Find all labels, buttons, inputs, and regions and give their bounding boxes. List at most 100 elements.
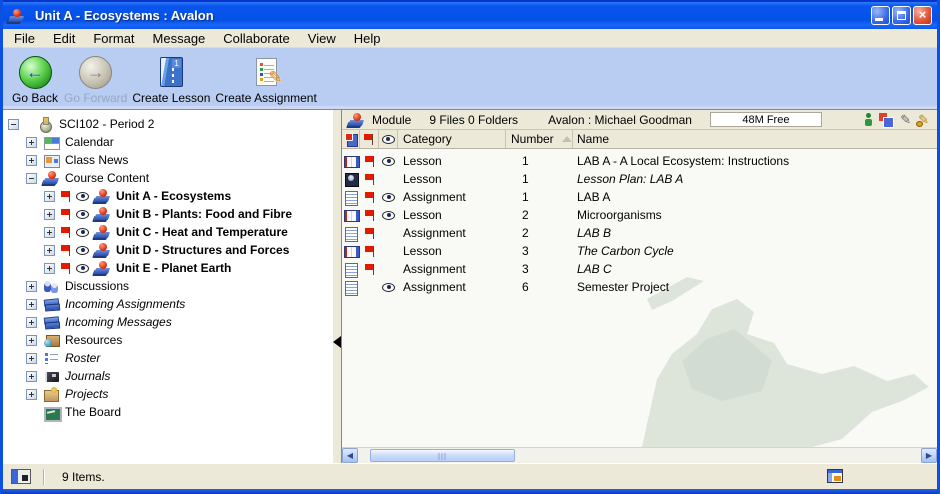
expand-toggle[interactable] xyxy=(44,245,55,256)
windows-icon[interactable] xyxy=(879,113,893,126)
menu-view[interactable]: View xyxy=(299,29,345,47)
tree-item-label: Projects xyxy=(64,387,108,401)
expand-toggle[interactable] xyxy=(26,281,37,292)
scrollbar-thumb[interactable] xyxy=(370,449,515,462)
table-column-header: Category Number Name xyxy=(342,130,937,149)
close-button[interactable]: × xyxy=(913,6,932,25)
go-back-button[interactable]: ← Go Back xyxy=(11,53,59,105)
item-type-column[interactable] xyxy=(342,130,360,148)
tree-item-unit-d[interactable]: Unit D - Structures and Forces xyxy=(3,241,333,259)
panel-splitter[interactable] xyxy=(333,110,342,463)
tree-item-sci102[interactable]: SCI102 - Period 2 xyxy=(3,115,333,133)
connected-user-icon[interactable] xyxy=(865,113,872,126)
menu-message[interactable]: Message xyxy=(144,29,215,47)
permissions-pencil-icon[interactable]: ✎ xyxy=(918,112,929,128)
eye-icon xyxy=(76,228,89,237)
create-assignment-button[interactable]: ✎ Create Assignment xyxy=(215,53,316,105)
tree-item-course-content[interactable]: Course Content xyxy=(3,169,333,187)
menu-edit[interactable]: Edit xyxy=(44,29,84,47)
tree-item-label: Discussions xyxy=(64,279,129,293)
edit-pencil-icon[interactable]: ✎ xyxy=(900,112,911,128)
maximize-icon xyxy=(897,11,906,20)
unit-icon xyxy=(94,206,110,222)
minimize-button[interactable] xyxy=(871,6,890,25)
lesson-book-icon xyxy=(344,155,358,168)
tree-item-unit-a[interactable]: Unit A - Ecosystems xyxy=(3,187,333,205)
menu-help[interactable]: Help xyxy=(345,29,390,47)
split-view-icon[interactable] xyxy=(827,469,843,483)
collapse-toggle[interactable] xyxy=(8,119,19,130)
expand-toggle[interactable] xyxy=(26,389,37,400)
number-column-header[interactable]: Number xyxy=(506,130,573,148)
table-row[interactable]: Assignment 2 LAB B xyxy=(342,224,937,242)
name-cell: Semester Project xyxy=(573,280,937,294)
expand-toggle[interactable] xyxy=(44,191,55,202)
expand-toggle[interactable] xyxy=(26,371,37,382)
tree-item-label: Unit A - Ecosystems xyxy=(115,189,231,203)
file-list: Lesson 1 LAB A - A Local Ecosystem: Inst… xyxy=(342,149,937,447)
expand-toggle[interactable] xyxy=(26,317,37,328)
eye-icon xyxy=(382,135,395,144)
go-forward-button[interactable]: → Go Forward xyxy=(64,53,127,105)
tree-item-roster[interactable]: Roster xyxy=(3,349,333,367)
flag-column[interactable] xyxy=(360,130,379,148)
tree-item-calendar[interactable]: Calendar xyxy=(3,133,333,151)
course-content-icon xyxy=(43,170,59,186)
table-row[interactable]: Assignment 6 Semester Project xyxy=(342,278,937,296)
tree-item-incoming-messages[interactable]: Incoming Messages xyxy=(3,313,333,331)
table-row[interactable]: Assignment 3 LAB C xyxy=(342,260,937,278)
assignment-page-icon xyxy=(344,281,358,294)
tree-item-unit-c[interactable]: Unit C - Heat and Temperature xyxy=(3,223,333,241)
maximize-button[interactable] xyxy=(892,6,911,25)
create-lesson-button[interactable]: Create Lesson xyxy=(132,53,210,105)
expand-toggle[interactable] xyxy=(26,335,37,346)
table-row[interactable]: Assignment 1 LAB A xyxy=(342,188,937,206)
eye-icon xyxy=(382,193,395,202)
name-cell: LAB A - A Local Ecosystem: Instructions xyxy=(573,154,937,168)
table-row[interactable]: Lesson 1 LAB A - A Local Ecosystem: Inst… xyxy=(342,152,937,170)
scroll-right-arrow[interactable]: ▶ xyxy=(921,448,937,463)
expand-toggle[interactable] xyxy=(26,137,37,148)
horizontal-scrollbar[interactable]: ◀ ▶ xyxy=(342,447,937,463)
menu-format[interactable]: Format xyxy=(84,29,143,47)
item-type-column-icon xyxy=(345,133,357,145)
scroll-left-arrow[interactable]: ◀ xyxy=(342,448,358,463)
tree-item-unit-b[interactable]: Unit B - Plants: Food and Fibre xyxy=(3,205,333,223)
tree-item-discussions[interactable]: Discussions xyxy=(3,277,333,295)
expand-toggle[interactable] xyxy=(26,299,37,310)
tree-item-incoming-assignments[interactable]: Incoming Assignments xyxy=(3,295,333,313)
collapse-toggle[interactable] xyxy=(26,173,37,184)
item-count-label: 9 Items. xyxy=(62,470,105,484)
number-column-label: Number xyxy=(511,132,554,146)
name-column-header[interactable]: Name xyxy=(573,130,937,148)
lesson-book-icon xyxy=(344,245,358,258)
menu-file[interactable]: File xyxy=(5,29,44,47)
expand-toggle[interactable] xyxy=(26,155,37,166)
menu-collaborate[interactable]: Collaborate xyxy=(214,29,299,47)
expand-toggle[interactable] xyxy=(44,209,55,220)
assignment-page-icon xyxy=(344,227,358,240)
category-column-header[interactable]: Category xyxy=(398,130,506,148)
table-row[interactable]: Lesson 2 Microorganisms xyxy=(342,206,937,224)
eye-column[interactable] xyxy=(379,130,398,148)
tree-item-projects[interactable]: Projects xyxy=(3,385,333,403)
menubar: File Edit Format Message Collaborate Vie… xyxy=(3,29,937,48)
tree-item-label: SCI102 - Period 2 xyxy=(58,117,154,131)
table-row[interactable]: Lesson 1 Lesson Plan: LAB A xyxy=(342,170,937,188)
expand-toggle[interactable] xyxy=(44,227,55,238)
table-row[interactable]: Lesson 3 The Carbon Cycle xyxy=(342,242,937,260)
tree-item-class-news[interactable]: Class News xyxy=(3,151,333,169)
tree-item-the-board[interactable]: The Board xyxy=(3,403,333,421)
expand-toggle[interactable] xyxy=(26,353,37,364)
tree-item-unit-e[interactable]: Unit E - Planet Earth xyxy=(3,259,333,277)
tree-item-resources[interactable]: Resources xyxy=(3,331,333,349)
unit-icon xyxy=(94,188,110,204)
tree-item-journals[interactable]: Journals xyxy=(3,367,333,385)
expand-toggle[interactable] xyxy=(44,263,55,274)
window-list-icon[interactable] xyxy=(11,469,31,484)
main-area: SCI102 - Period 2 Calendar Class News Co… xyxy=(3,110,937,463)
module-icon xyxy=(348,112,364,128)
collapse-panel-arrow-icon[interactable] xyxy=(333,336,341,348)
titlebar[interactable]: Unit A - Ecosystems : Avalon × xyxy=(3,0,937,29)
flag-icon xyxy=(365,174,375,185)
